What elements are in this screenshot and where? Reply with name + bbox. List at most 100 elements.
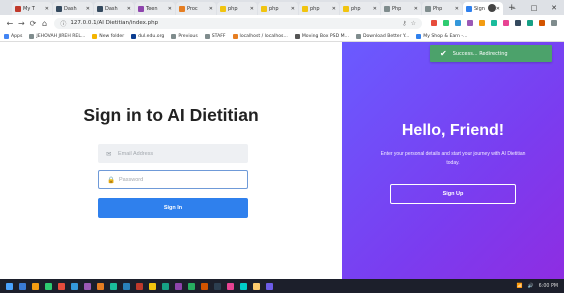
email-field[interactable]: ✉ [98,144,248,163]
address-bar[interactable]: ⓘ 127.0.0.1/AI Dietitian/index.php ⚷ ☆ [54,17,422,29]
extension-icon[interactable] [454,20,461,26]
browser-tab[interactable]: php ✕ [340,2,380,15]
close-window-button[interactable]: ✕ [544,4,564,12]
taskbar-app-icon[interactable] [266,282,273,290]
bookmark-item[interactable]: STAFF [204,33,226,39]
taskbar-app-icon[interactable] [97,282,104,290]
extension-icon[interactable] [430,20,437,26]
sign-in-button[interactable]: Sign In [98,198,248,218]
browser-tab[interactable]: Dash ✕ [53,2,93,15]
taskbar-app-icon[interactable] [58,282,65,290]
extension-icon[interactable] [478,20,485,26]
extension-icon[interactable] [550,20,557,26]
bookmark-item[interactable]: My Shop & Earn -... [416,33,467,39]
tab-close-icon[interactable]: ✕ [209,6,213,12]
tab-favicon-icon [56,5,62,12]
welcome-title: Hello, Friend! [401,122,505,139]
start-menu-icon[interactable] [6,282,13,290]
password-field[interactable]: 🔒 [98,170,248,189]
maximize-button[interactable]: □ [524,4,544,12]
taskbar-app-icon[interactable] [32,282,39,290]
taskbar-app-icon[interactable] [71,282,78,290]
taskbar-app-icon[interactable] [227,282,234,290]
taskbar-app-icon[interactable] [149,282,156,290]
tab-close-icon[interactable]: ✕ [250,6,254,12]
tab-favicon-icon [302,5,308,12]
taskbar-app-icon[interactable] [253,282,260,290]
taskbar-app-icon[interactable] [188,282,195,290]
minimize-button[interactable]: – [504,4,524,12]
taskbar-app-icon[interactable] [110,282,117,290]
bookmark-item[interactable]: dul.edu.org [131,33,164,39]
taskbar-app-icon[interactable] [175,282,182,290]
browser-tab[interactable]: php ✕ [299,2,339,15]
network-icon[interactable]: 📶 [517,284,523,289]
forward-icon[interactable]: → [16,19,28,28]
extension-icon[interactable] [514,20,521,26]
home-icon[interactable]: ⌂ [39,19,51,28]
tab-close-icon[interactable]: ✕ [127,6,131,12]
browser-tab[interactable]: php ✕ [258,2,298,15]
bookmark-label: Download Better Y... [362,33,410,39]
taskbar-app-icon[interactable] [240,282,247,290]
tab-close-icon[interactable]: ✕ [86,6,90,12]
profile-icon[interactable] [488,3,496,12]
url-text[interactable]: 127.0.0.1/AI Dietitian/index.php [70,20,158,26]
tab-favicon-icon [425,5,431,12]
taskbar-app-icon[interactable] [123,282,130,290]
extension-icon[interactable] [538,20,545,26]
tab-close-icon[interactable]: ✕ [291,6,295,12]
tab-favicon-icon [97,5,103,12]
bookmark-star-icon[interactable]: ☆ [411,20,416,27]
extension-icon[interactable] [502,20,509,26]
tab-favicon-icon [466,5,472,12]
toast-message: Success... Redirecting [452,50,508,57]
password-input[interactable] [119,176,239,183]
back-icon[interactable]: ← [4,19,16,28]
bookmark-item[interactable]: localhost / localhos... [232,33,288,39]
taskbar-app-icon[interactable] [19,282,26,290]
taskbar-app-icon[interactable] [162,282,169,290]
taskbar-app-icon[interactable] [201,282,208,290]
tab-close-icon[interactable]: ✕ [455,6,459,12]
info-icon[interactable]: ⓘ [60,19,66,28]
bookmarks-bar: Apps JEHOVAH JIREH REL... New folder dul.ed… [0,31,564,42]
browser-tab[interactable]: php ✕ [217,2,257,15]
tab-close-icon[interactable]: ✕ [332,6,336,12]
tab-close-icon[interactable]: ✕ [45,6,49,12]
tab-close-icon[interactable]: ✕ [373,6,377,12]
browser-tab[interactable]: Dash ✕ [94,2,134,15]
tab-label: php [228,5,238,12]
key-icon[interactable]: ⚷ [402,20,406,27]
extensions-area [428,20,560,26]
extension-icon[interactable] [442,20,449,26]
clock[interactable]: 6:00 PM [539,284,558,289]
bookmark-item[interactable]: Moving Box PSD M... [294,33,349,39]
tab-close-icon[interactable]: ✕ [168,6,172,12]
extension-icon[interactable] [466,20,473,26]
bookmark-item[interactable]: Download Better Y... [355,33,410,39]
email-input[interactable] [118,150,238,157]
sign-up-button[interactable]: Sign Up [390,184,516,204]
taskbar-app-icon[interactable] [45,282,52,290]
tab-close-icon[interactable]: ✕ [414,6,418,12]
tab-favicon-icon [179,5,185,12]
volume-icon[interactable]: 🔊 [528,284,534,289]
reload-icon[interactable]: ⟳ [27,19,39,28]
taskbar-app-icon[interactable] [214,282,221,290]
browser-tab[interactable]: Php ✕ [381,2,421,15]
bookmark-item[interactable]: JEHOVAH JIREH REL... [29,33,85,39]
browser-tab[interactable]: My T ✕ [12,2,52,15]
bookmark-item[interactable]: Apps [4,33,22,39]
taskbar-app-icon[interactable] [84,282,91,290]
browser-tab[interactable]: Teen ✕ [135,2,175,15]
bookmark-item[interactable]: Previous [171,33,198,39]
tab-label: php [269,5,279,12]
bookmark-item[interactable]: New folder [92,33,124,39]
browser-tab[interactable]: Php ✕ [422,2,462,15]
taskbar-app-icon[interactable] [136,282,143,290]
bookmark-favicon-icon [29,33,35,39]
extension-icon[interactable] [490,20,497,26]
extension-icon[interactable] [526,20,533,26]
browser-tab[interactable]: Proc ✕ [176,2,216,15]
